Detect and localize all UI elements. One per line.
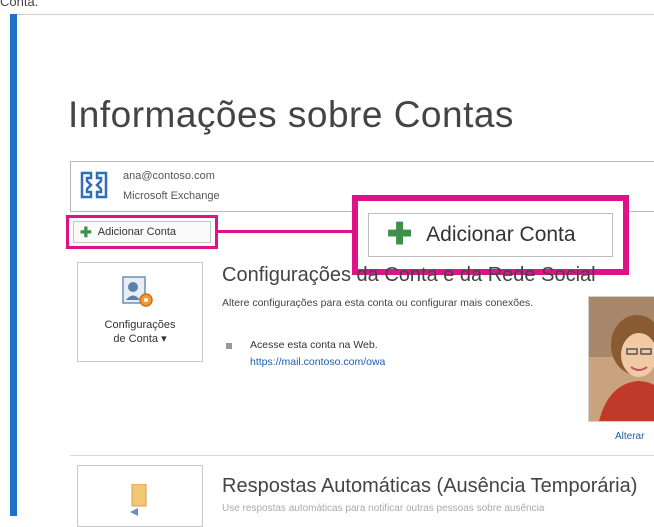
profile-photo[interactable] [588, 296, 654, 422]
web-access-text: Acesse esta conta na Web. [250, 339, 378, 351]
account-settings-button[interactable]: Configurações de Conta ▾ [77, 262, 203, 362]
section-divider [70, 455, 654, 456]
add-account-label-zoomed: Adicionar Conta [426, 223, 576, 246]
automatic-replies-title: Respostas Automáticas (Ausência Temporár… [222, 475, 638, 497]
add-account-label: Adicionar Conta [97, 226, 177, 238]
exchange-icon [79, 169, 109, 201]
add-account-highlight-small: ✚ Adicionar Conta [66, 215, 218, 249]
bullet-icon [226, 343, 232, 349]
page-title: Informações sobre Contas [68, 94, 514, 135]
callout-connector [218, 230, 358, 233]
top-caption: Conta. [0, 0, 39, 9]
automatic-replies-icon [128, 483, 150, 518]
plus-icon: ✚ [387, 218, 413, 251]
account-settings-label: Configurações de Conta ▾ [104, 319, 176, 345]
add-account-callout: ✚ Adicionar Conta [352, 195, 629, 275]
change-photo-link[interactable]: Alterar [615, 431, 644, 442]
account-settings-icon [121, 275, 155, 309]
automatic-replies-description: Use respostas automáticas para notificar… [222, 503, 545, 514]
owa-link[interactable]: https://mail.contoso.com/owa [250, 356, 385, 368]
automatic-replies-button[interactable] [77, 465, 203, 527]
account-type: Microsoft Exchange [123, 190, 220, 202]
account-settings-title: Configurações da Conta e da Rede Social [222, 264, 596, 286]
plus-icon: ✚ [80, 223, 92, 240]
account-email: ana@contoso.com [123, 170, 215, 182]
add-account-button[interactable]: ✚ Adicionar Conta [73, 221, 211, 243]
add-account-button-zoomed[interactable]: ✚ Adicionar Conta [368, 213, 613, 257]
backstage-nav-bar [10, 14, 17, 516]
account-settings-description: Altere configurações para esta conta ou … [222, 297, 534, 309]
